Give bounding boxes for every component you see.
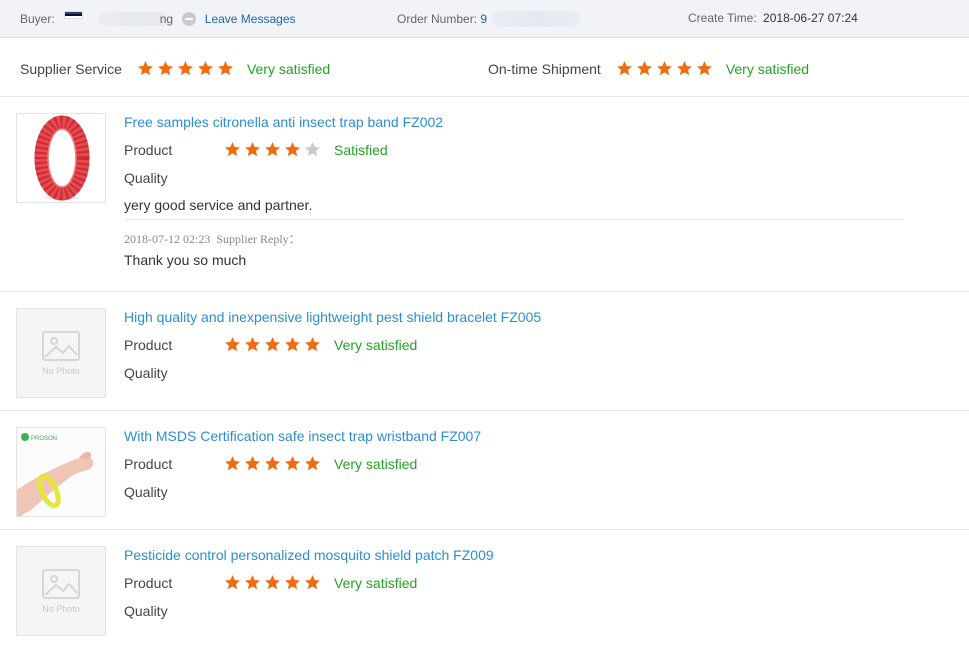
star-filled-icon xyxy=(285,142,300,157)
product-thumbnail[interactable]: PROSON xyxy=(16,427,106,517)
quality-label: Quality xyxy=(124,484,168,500)
star-empty-icon xyxy=(305,142,320,157)
product-title-link[interactable]: With MSDS Certification safe insect trap… xyxy=(124,428,481,444)
star-filled-icon xyxy=(245,575,260,590)
rating-text: Very satisfied xyxy=(334,336,418,353)
rating-text: Very satisfied xyxy=(246,60,331,77)
star-filled-icon xyxy=(285,337,300,352)
product-thumbnail[interactable]: No Photo xyxy=(16,546,106,636)
product-label: Product xyxy=(124,142,173,158)
product-thumbnail[interactable]: No Photo xyxy=(16,308,106,398)
star-rating xyxy=(224,455,321,472)
star-rating xyxy=(224,336,321,353)
leave-messages-link[interactable]: Leave Messages xyxy=(205,12,296,26)
order-header: Buyer: ng Leave Messages Order Number: 9… xyxy=(0,0,969,38)
on-time-shipment-label: On-time Shipment xyxy=(488,60,601,77)
star-filled-icon xyxy=(218,61,233,76)
quality-label: Quality xyxy=(124,170,168,186)
order-number-value[interactable]: 9 xyxy=(480,12,487,26)
star-filled-icon xyxy=(656,61,672,76)
create-time-value: 2018-06-27 07:24 xyxy=(763,11,858,25)
product-rating: Very satisfied xyxy=(224,455,417,472)
star-filled-icon xyxy=(265,142,280,157)
review-text: yery good service and partner. xyxy=(124,197,313,213)
rating-text: Very satisfied xyxy=(334,574,418,591)
supplier-service-label: Supplier Service xyxy=(20,60,122,77)
star-filled-icon xyxy=(245,337,260,352)
star-filled-icon xyxy=(225,575,240,590)
product-label: Product xyxy=(124,456,173,472)
quality-label: Quality xyxy=(124,365,168,381)
product-thumbnail[interactable] xyxy=(16,113,106,203)
product-rating: Very satisfied xyxy=(224,574,417,591)
star-filled-icon xyxy=(225,337,240,352)
star-filled-icon xyxy=(225,142,240,157)
order-number-info: Order Number: 9 xyxy=(397,11,582,27)
star-filled-icon xyxy=(225,456,240,471)
star-filled-icon xyxy=(265,337,280,352)
star-filled-icon xyxy=(305,456,320,471)
star-filled-icon xyxy=(245,142,260,157)
star-filled-icon xyxy=(198,61,213,76)
no-photo-text: No Photo xyxy=(42,604,80,614)
on-time-shipment-rating: On-time Shipment Very satisfied xyxy=(488,60,809,77)
create-time-label: Create Time: xyxy=(688,11,757,25)
order-number-blurred xyxy=(491,11,582,27)
supplier-reply-label: Supplier Reply： xyxy=(216,232,301,246)
star-filled-icon xyxy=(696,61,712,76)
star-filled-icon xyxy=(636,61,652,76)
product-title-link[interactable]: High quality and inexpensive lightweight… xyxy=(124,309,541,325)
product-review-item: PROSON With MSDS Certification safe inse… xyxy=(0,411,969,530)
star-rating xyxy=(137,60,234,77)
supplier-reply-meta: 2018-07-12 02:23 Supplier Reply： xyxy=(124,230,301,247)
rating-text: Very satisfied xyxy=(334,455,418,472)
buyer-label: Buyer: xyxy=(20,12,55,26)
buyer-name: ng xyxy=(159,12,174,26)
star-rating xyxy=(224,574,321,591)
create-time-info: Create Time: 2018-06-27 07:24 xyxy=(688,11,858,25)
supplier-service-rating: Supplier Service Very satisfied xyxy=(20,60,330,77)
rating-text: Satisfied xyxy=(334,141,388,158)
no-photo-icon xyxy=(42,331,80,361)
supplier-reply-text: Thank you so much xyxy=(124,252,247,268)
no-photo-text: No Photo xyxy=(42,366,80,376)
red-bracelet-image xyxy=(34,115,90,201)
divider xyxy=(124,219,903,220)
product-review-item: Free samples citronella anti insect trap… xyxy=(0,97,969,292)
chat-icon[interactable] xyxy=(182,12,197,26)
reply-date: 2018-07-12 02:23 xyxy=(124,232,211,246)
product-review-item: No Photo High quality and inexpensive li… xyxy=(0,292,969,411)
wristband-photo-image: PROSON xyxy=(17,428,105,516)
star-filled-icon xyxy=(138,61,153,76)
star-rating xyxy=(224,141,321,158)
star-filled-icon xyxy=(305,337,320,352)
star-filled-icon xyxy=(285,456,300,471)
country-flag-icon xyxy=(64,11,84,19)
overall-ratings: Supplier Service Very satisfied On-time … xyxy=(0,39,969,97)
quality-label: Quality xyxy=(124,603,168,619)
no-photo-icon xyxy=(42,569,80,599)
star-filled-icon xyxy=(285,575,300,590)
product-label: Product xyxy=(124,575,173,591)
star-filled-icon xyxy=(158,61,173,76)
star-filled-icon xyxy=(676,61,692,76)
star-filled-icon xyxy=(178,61,193,76)
product-title-link[interactable]: Free samples citronella anti insect trap… xyxy=(124,114,443,130)
star-filled-icon xyxy=(616,61,632,76)
rating-text: Very satisfied xyxy=(725,60,810,77)
star-filled-icon xyxy=(265,575,280,590)
star-rating xyxy=(616,60,713,77)
product-rating: Very satisfied xyxy=(224,336,417,353)
order-number-label: Order Number: xyxy=(397,12,478,26)
product-rating: Satisfied xyxy=(224,141,388,158)
product-review-item: No Photo Pesticide control personalized … xyxy=(0,530,969,648)
product-title-link[interactable]: Pesticide control personalized mosquito … xyxy=(124,547,494,563)
star-filled-icon xyxy=(245,456,260,471)
star-filled-icon xyxy=(305,575,320,590)
product-label: Product xyxy=(124,337,173,353)
star-filled-icon xyxy=(265,456,280,471)
buyer-info: Buyer: ng Leave Messages xyxy=(20,11,296,26)
brand-logo-text: PROSON xyxy=(31,436,57,442)
buyer-name-blurred xyxy=(98,12,169,26)
